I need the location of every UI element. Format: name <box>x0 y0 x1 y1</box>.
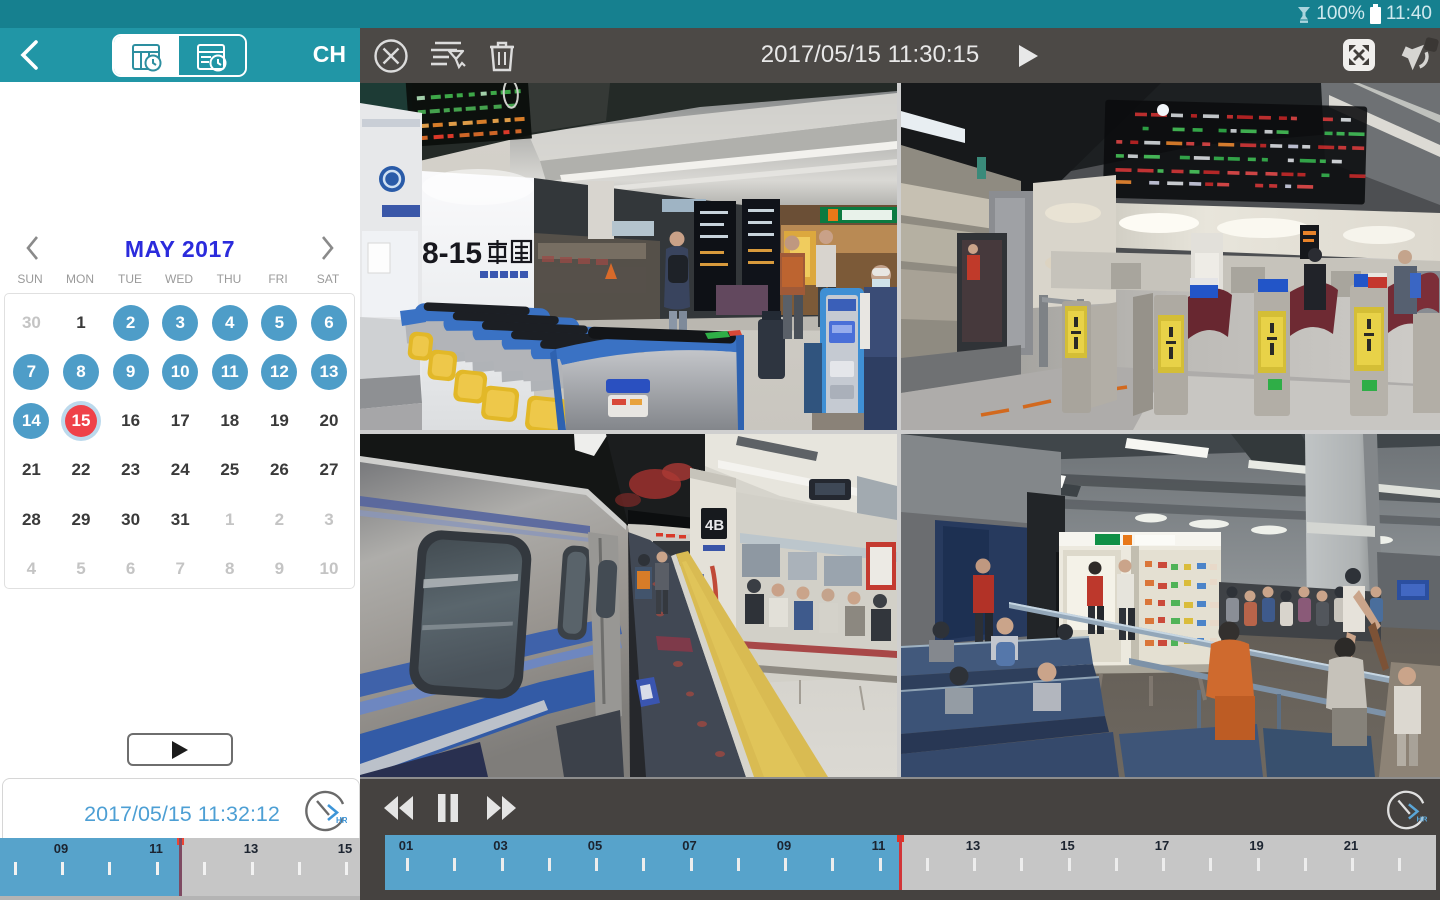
svg-text:HR: HR <box>1417 814 1428 823</box>
svg-text:HR: HR <box>336 816 347 825</box>
svg-text:8-15: 8-15 <box>422 237 482 270</box>
svg-text:4B: 4B <box>705 517 724 534</box>
